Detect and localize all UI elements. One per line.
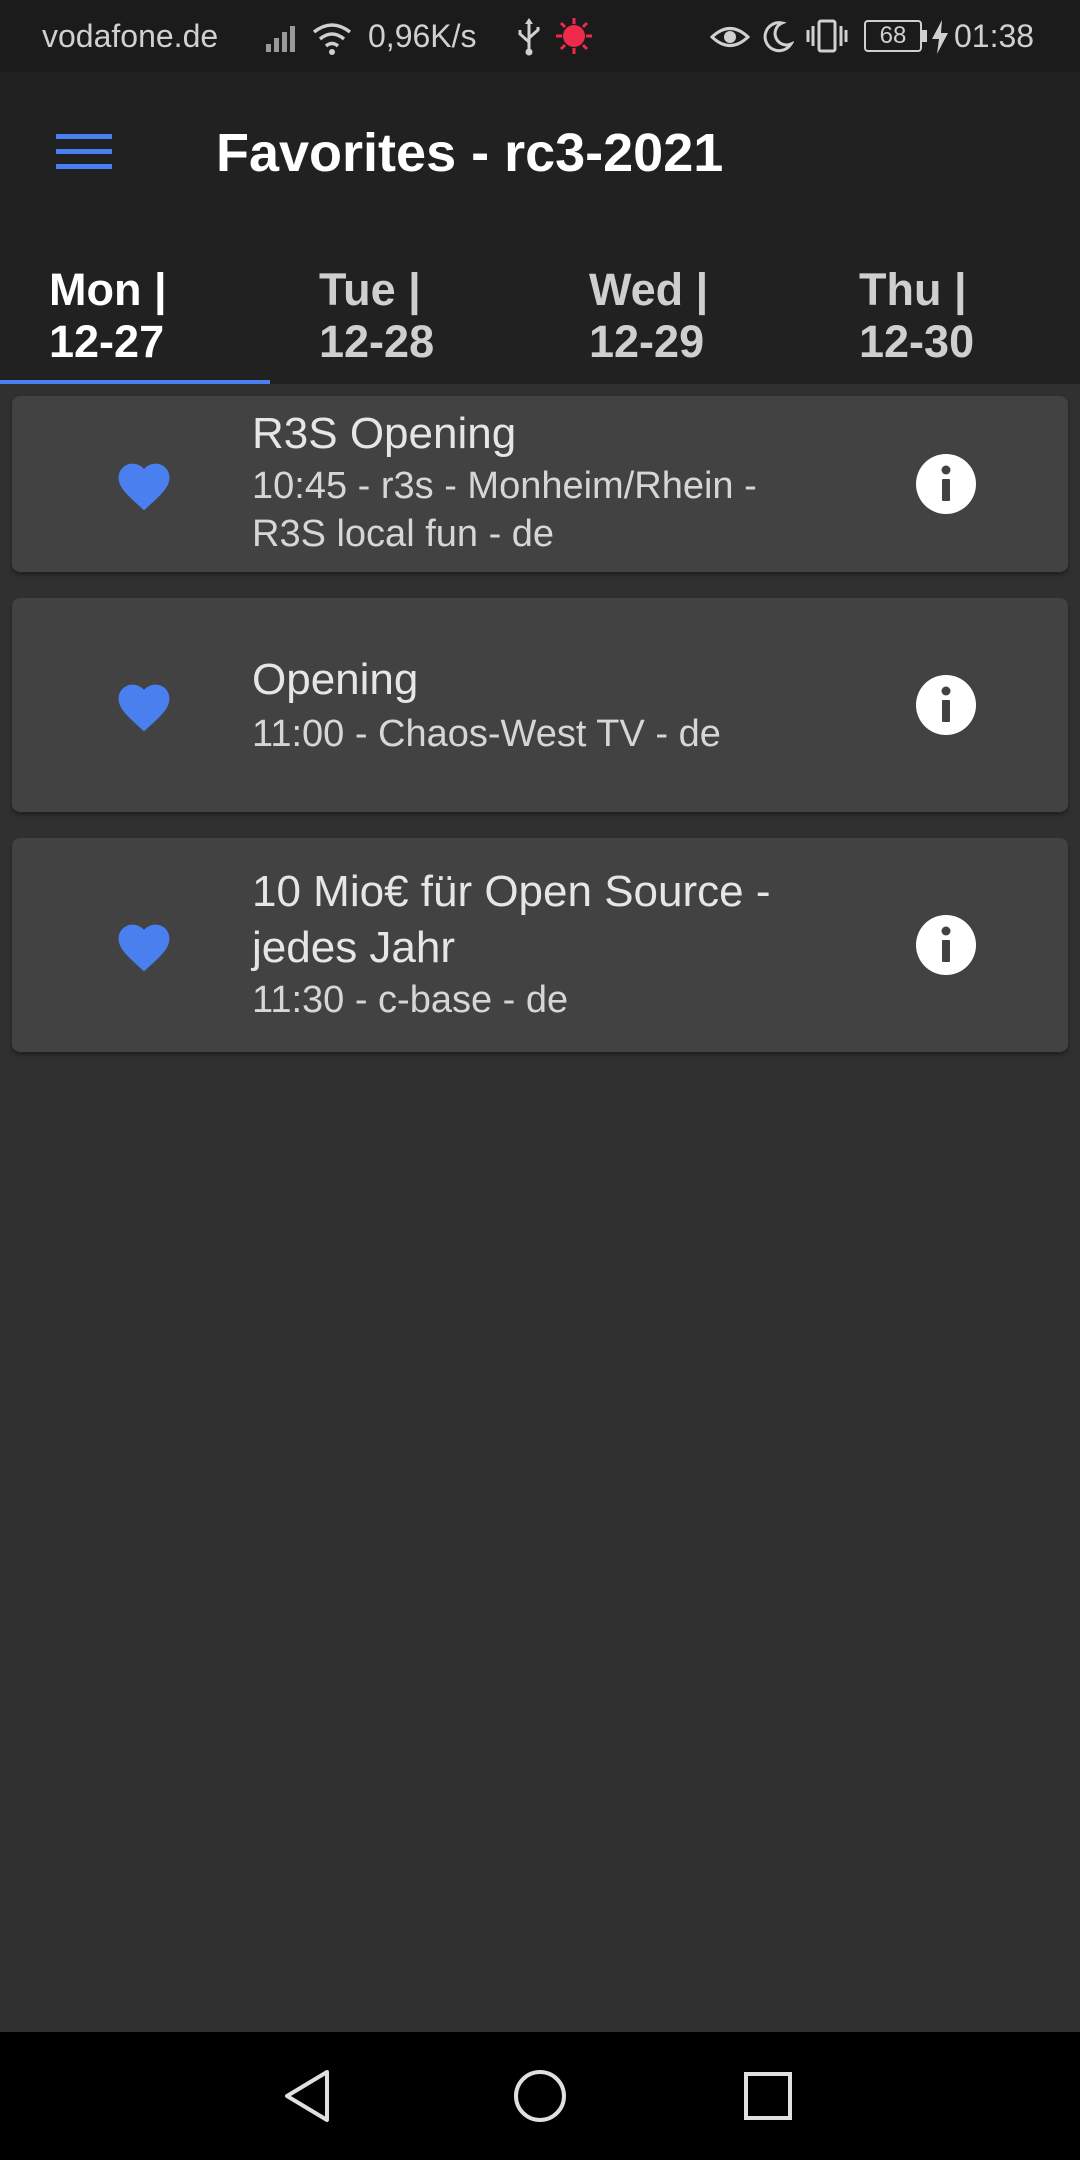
nav-home-button[interactable] <box>500 2056 580 2136</box>
favorite-button[interactable] <box>90 651 198 759</box>
usb-icon <box>518 18 540 56</box>
tab-date: 12-28 <box>319 316 435 367</box>
tab-day: Tue | <box>319 264 421 315</box>
event-card[interactable]: Opening 11:00 - Chaos-West TV - de <box>12 598 1068 812</box>
tab-date: 12-29 <box>589 316 705 367</box>
bug-notification-icon <box>556 18 592 54</box>
info-icon <box>916 454 976 514</box>
event-subtitle-line: R3S local fun - de <box>252 513 555 555</box>
event-card[interactable]: R3S Opening 10:45 - r3s - Monheim/Rhein … <box>12 396 1068 572</box>
event-subtitle-line: 11:00 - Chaos-West TV - de <box>252 713 721 755</box>
tab-date: 12-30 <box>859 316 975 367</box>
battery-tip <box>922 30 927 42</box>
event-details: Opening 11:00 - Chaos-West TV - de <box>252 650 872 758</box>
heart-icon <box>118 924 170 972</box>
nav-back-button[interactable] <box>268 2056 348 2136</box>
nav-recents-button[interactable] <box>728 2056 808 2136</box>
system-nav-bar <box>0 2032 1080 2160</box>
tab-mon-12-27[interactable]: Mon | 12-27 <box>0 232 270 384</box>
eye-icon <box>710 27 750 47</box>
event-details: R3S Opening 10:45 - r3s - Monheim/Rhein … <box>252 406 872 558</box>
event-details: 10 Mio€ für Open Source - jedes Jahr 11:… <box>252 864 872 1024</box>
home-circle-icon <box>514 2070 566 2122</box>
event-subtitle-line: 10:45 - r3s - Monheim/Rhein - <box>252 465 757 507</box>
heart-icon <box>118 684 170 732</box>
event-title-line: 10 Mio€ für Open Source - <box>252 867 771 916</box>
event-card[interactable]: 10 Mio€ für Open Source - jedes Jahr 11:… <box>12 838 1068 1052</box>
info-button[interactable] <box>904 663 988 747</box>
info-icon <box>916 675 976 735</box>
battery-level: 68 <box>879 22 907 49</box>
tab-day: Wed | <box>589 264 709 315</box>
active-tab-indicator <box>0 380 270 384</box>
tab-day: Thu | <box>859 264 967 315</box>
vibrate-icon <box>806 19 848 53</box>
heart-icon <box>118 463 170 511</box>
battery-indicator: 68 <box>864 20 922 52</box>
menu-button[interactable] <box>36 112 132 192</box>
network-speed: 0,96K/s <box>368 18 477 54</box>
wifi-icon <box>312 23 352 55</box>
recents-square-icon <box>744 2072 792 2120</box>
event-title-line: jedes Jahr <box>252 923 456 972</box>
page-title: Favorites - rc3-2021 <box>216 123 724 183</box>
moon-icon <box>763 21 794 53</box>
carrier-name: vodafone.de <box>42 18 219 54</box>
info-icon <box>916 915 976 975</box>
tab-wed-12-29[interactable]: Wed | 12-29 <box>540 232 810 384</box>
hamburger-menu-icon <box>56 134 112 169</box>
tab-thu-12-30[interactable]: Thu | 12-30 <box>810 232 1080 384</box>
favorite-button[interactable] <box>90 430 198 538</box>
tab-day: Mon | <box>49 264 167 315</box>
charging-bolt-icon <box>932 20 948 54</box>
day-tabs: Mon | 12-27 Tue | 12-28 Wed | 12-29 Thu … <box>0 232 1080 384</box>
event-subtitle-line: 11:30 - c-base - de <box>252 979 569 1021</box>
signal-icon <box>266 26 295 52</box>
tab-tue-12-28[interactable]: Tue | 12-28 <box>270 232 540 384</box>
info-button[interactable] <box>904 442 988 526</box>
clock: 01:38 <box>954 18 1035 54</box>
back-triangle-icon <box>285 2070 329 2122</box>
app-bar: Favorites - rc3-2021 <box>0 72 1080 232</box>
status-bar: vodafone.de 0,96K/s 68 01:38 <box>0 0 1080 72</box>
event-title: Opening <box>252 655 419 704</box>
info-button[interactable] <box>904 903 988 987</box>
event-title: R3S Opening <box>252 409 517 458</box>
favorite-button[interactable] <box>90 891 198 999</box>
tab-date: 12-27 <box>49 316 165 367</box>
